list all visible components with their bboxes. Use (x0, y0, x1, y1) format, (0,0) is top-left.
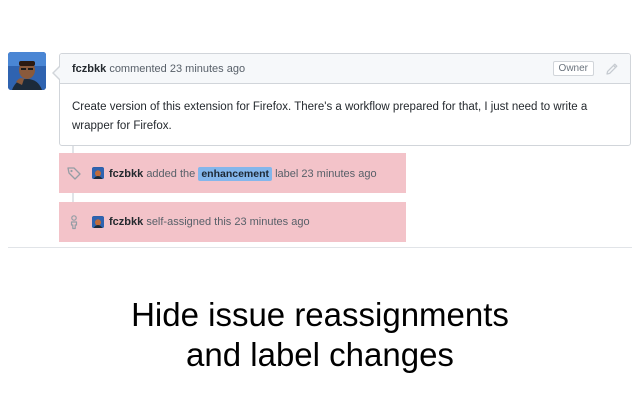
event-author-link[interactable]: fczbkk (109, 168, 143, 180)
tag-icon (67, 167, 81, 180)
comment-body: Create version of this extension for Fir… (72, 101, 588, 132)
event-action: self-assigned this 23 minutes ago (146, 216, 310, 228)
avatar-portrait-icon (92, 217, 104, 228)
comment-author-link[interactable]: fczbkk (72, 63, 106, 75)
comment-header-text: fczbkk commented 23 minutes ago (72, 63, 245, 75)
avatar-portrait-icon (8, 52, 46, 90)
event-suffix: label 23 minutes ago (275, 168, 377, 180)
label-added-event: fczbkk added the enhancement label 23 mi… (59, 153, 406, 193)
comment-header: fczbkk commented 23 minutes ago Owner (60, 54, 630, 84)
user-avatar[interactable] (8, 52, 46, 90)
promo-caption: Hide issue reassignments and label chang… (0, 295, 640, 375)
comment-action: commented (109, 63, 167, 75)
event-author-link[interactable]: fczbkk (109, 216, 143, 228)
timeline-divider (8, 247, 632, 248)
person-icon (70, 215, 78, 230)
caption-line-1: Hide issue reassignments (131, 296, 509, 333)
caption-line-2: and label changes (186, 336, 454, 373)
label-event-text: fczbkk added the enhancement label 23 mi… (109, 167, 377, 181)
assign-event-text: fczbkk self-assigned this 23 minutes ago (109, 216, 310, 228)
comment-timestamp[interactable]: 23 minutes ago (170, 63, 245, 75)
owner-badge: Owner (552, 61, 594, 76)
comment-box: fczbkk commented 23 minutes ago Owner Cr… (52, 53, 631, 146)
event-action: added the (146, 168, 196, 180)
self-assigned-event: fczbkk self-assigned this 23 minutes ago (59, 202, 406, 242)
mini-avatar[interactable] (92, 167, 104, 179)
avatar-portrait-icon (92, 168, 104, 179)
pencil-edit-icon[interactable] (605, 62, 619, 76)
mini-avatar[interactable] (92, 216, 104, 228)
screenshot-stage: fczbkk commented 23 minutes ago Owner Cr… (0, 0, 640, 400)
enhancement-label[interactable]: enhancement (198, 167, 272, 181)
